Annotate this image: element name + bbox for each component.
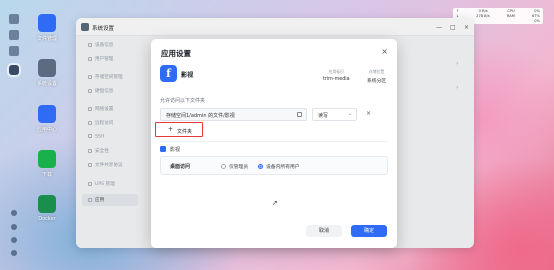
cpu-label: CPU xyxy=(507,9,515,13)
user-icon[interactable] xyxy=(11,237,17,243)
install-loc-value: 系统分区 xyxy=(367,79,387,84)
desktop-access-box: 桌面访问 仅管理员 设备内所有用户 xyxy=(160,156,388,175)
highlight-box xyxy=(155,122,203,137)
app-download[interactable]: 下载 xyxy=(29,150,65,178)
remove-folder-icon[interactable]: × xyxy=(366,110,371,117)
gear-icon xyxy=(38,59,56,77)
app-center[interactable]: 应用中心 xyxy=(29,105,65,133)
app-name: 影视 xyxy=(181,72,194,79)
app-id-label: 应用标识 xyxy=(328,69,344,74)
video-app-icon: f xyxy=(160,65,177,82)
app-docker[interactable]: Docker xyxy=(29,195,65,222)
divider xyxy=(160,141,388,142)
video-app-small-icon xyxy=(160,146,166,152)
app-id-value: trim-media xyxy=(323,77,350,82)
radio-circle xyxy=(221,164,226,169)
install-loc-label: 存储位置 xyxy=(369,69,385,74)
info-icon[interactable] xyxy=(11,224,17,230)
left-rail xyxy=(6,10,22,264)
folder-access-label: 允许访问以下文件夹 xyxy=(160,98,206,104)
close-icon[interactable]: × xyxy=(381,47,388,56)
cpu-value: 0% xyxy=(534,9,540,13)
desktop-access-label: 桌面访问 xyxy=(170,164,191,170)
ok-button[interactable]: 确定 xyxy=(351,225,387,237)
ram-label: RAM xyxy=(506,14,515,18)
download-rate: 278 B/s xyxy=(476,14,490,18)
app-center-icon xyxy=(38,105,56,123)
app-label: 系统设置 xyxy=(36,81,57,87)
docker-icon xyxy=(38,195,56,213)
mouse-cursor-icon: ➚ xyxy=(272,199,278,207)
folder-browse-icon[interactable] xyxy=(297,112,302,117)
files-icon[interactable] xyxy=(9,46,19,56)
permission-select[interactable]: 读写 ⌄ xyxy=(312,108,357,121)
app-file-manager[interactable]: 文件管理 xyxy=(29,14,65,42)
folder-path-value: 存储空间1/admin 的文件/影视 xyxy=(166,113,235,119)
power-icon[interactable] xyxy=(11,210,17,216)
dashboard-icon[interactable] xyxy=(9,14,19,24)
radio-circle-selected xyxy=(258,164,263,169)
app-system-settings[interactable]: 系统设置 xyxy=(29,59,65,87)
cancel-button[interactable]: 取消 xyxy=(306,225,342,237)
app-label: Docker xyxy=(38,216,56,222)
upload-icon: ↑ xyxy=(456,9,460,13)
dialog-title: 应用设置 xyxy=(161,49,191,58)
ram-value: 67% xyxy=(531,14,540,18)
upload-rate: 0 B/s xyxy=(478,9,488,13)
disk-value: 0% xyxy=(534,19,540,23)
folder-icon xyxy=(38,14,56,32)
permission-section-label: 影视 xyxy=(170,147,181,153)
download-icon xyxy=(38,150,56,168)
monitor-icon[interactable] xyxy=(9,30,19,40)
permission-value: 读写 xyxy=(318,113,329,119)
radio-all-users[interactable]: 设备内所有用户 xyxy=(258,163,300,170)
app-label: 应用中心 xyxy=(36,127,57,133)
settings-rail-icon[interactable] xyxy=(9,65,19,75)
logout-icon[interactable] xyxy=(11,250,17,256)
folder-path-input[interactable]: 存储空间1/admin 的文件/影视 xyxy=(160,108,307,121)
chevron-down-icon: ⌄ xyxy=(347,111,352,117)
app-label: 文件管理 xyxy=(36,36,57,42)
install-location: 存储位置 系统分区 xyxy=(367,69,386,84)
app-id: 应用标识 trim-media xyxy=(323,69,350,82)
app-settings-dialog: 应用设置 × f 影视 应用标识 trim-media 存储位置 系统分区 允许… xyxy=(151,39,397,248)
radio-admin-only[interactable]: 仅管理员 xyxy=(221,163,248,170)
app-label: 下载 xyxy=(41,172,52,178)
